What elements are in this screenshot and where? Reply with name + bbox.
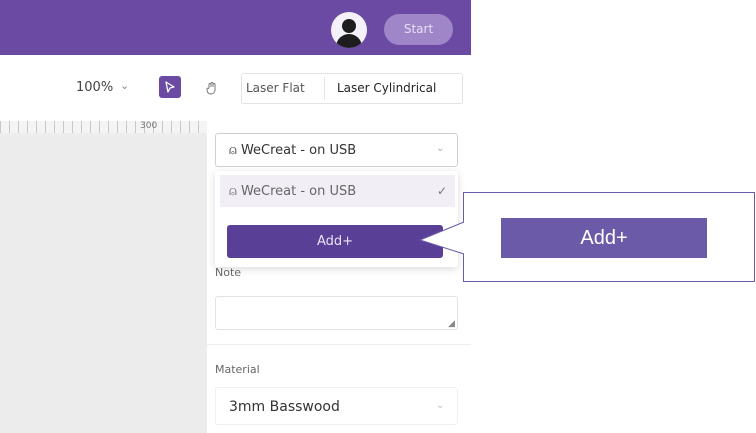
tab-laser-cylindrical[interactable]: Laser Cylindrical: [337, 81, 436, 95]
cursor-arrow-icon[interactable]: [159, 76, 181, 98]
ruler-mark: 300: [140, 121, 158, 131]
note-label: Note: [215, 266, 242, 279]
user-avatar-icon[interactable]: [331, 12, 367, 48]
chevron-down-icon[interactable]: ⌄: [436, 143, 444, 154]
resize-handle-icon[interactable]: ◢: [448, 319, 455, 329]
hand-icon[interactable]: [205, 80, 219, 95]
chevron-down-icon[interactable]: ⌄: [436, 400, 444, 411]
device-icon: ⍝: [229, 143, 241, 158]
tab-laser-flat[interactable]: Laser Flat: [246, 81, 305, 95]
device-icon: ⍝: [229, 184, 241, 199]
callout-add-button: Add+: [501, 218, 707, 258]
device-option-label: ⍝ WeCreat - on USB: [229, 184, 357, 199]
check-icon: ✓: [437, 184, 448, 198]
zoom-level[interactable]: 100%: [76, 80, 113, 95]
device-select-label: ⍝ WeCreat - on USB: [229, 143, 357, 158]
chevron-down-icon[interactable]: ⌄: [120, 79, 129, 92]
design-canvas[interactable]: [0, 121, 207, 433]
ruler: [0, 121, 207, 133]
add-device-button[interactable]: Add+: [227, 225, 443, 258]
divider: [207, 344, 471, 345]
note-textarea[interactable]: [215, 296, 458, 330]
material-label: Material: [215, 363, 260, 376]
callout-pointer: [418, 221, 465, 255]
material-value: 3mm Basswood: [229, 399, 340, 415]
start-button[interactable]: Start: [384, 14, 453, 45]
tab-divider: [324, 77, 325, 100]
